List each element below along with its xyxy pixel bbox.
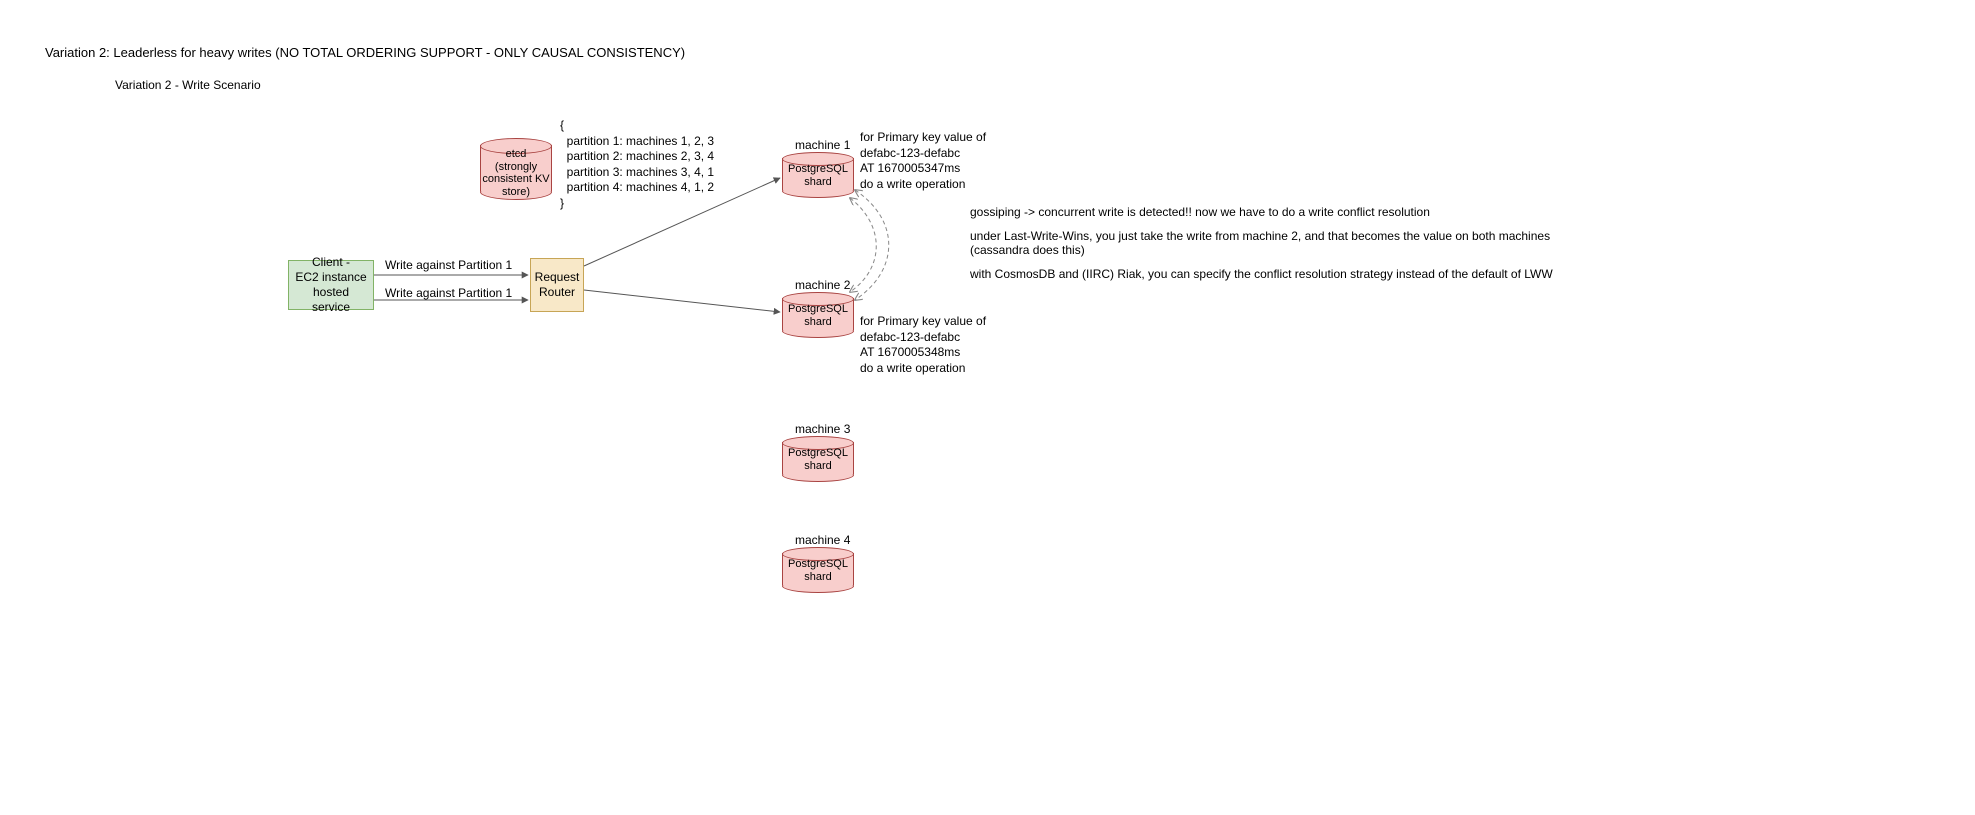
notes-block: gossiping -> concurrent write is detecte…: [970, 205, 1570, 291]
machine-1-shard-label: PostgreSQL shard: [782, 163, 854, 188]
machine-3-cylinder: PostgreSQL shard: [782, 436, 854, 480]
machine-1-cylinder: PostgreSQL shard: [782, 152, 854, 196]
notes-line-3: with CosmosDB and (IIRC) Riak, you can s…: [970, 267, 1570, 281]
partition-map-text: { partition 1: machines 1, 2, 3 partitio…: [560, 118, 714, 212]
machine-2-cylinder: PostgreSQL shard: [782, 292, 854, 336]
machine-4-cylinder: PostgreSQL shard: [782, 547, 854, 591]
machine-1-writeop-text: for Primary key value of defabc-123-defa…: [860, 130, 986, 192]
etcd-label: etcd (strongly consistent KV store): [480, 148, 552, 199]
machine-1-label: machine 1: [795, 138, 850, 152]
machine-3-shard-label: PostgreSQL shard: [782, 447, 854, 472]
etcd-cylinder: etcd (strongly consistent KV store): [480, 138, 552, 198]
edge-label-write-1: Write against Partition 1: [385, 258, 512, 272]
machine-2-writeop-text: for Primary key value of defabc-123-defa…: [860, 314, 986, 376]
connections-svg: [0, 0, 1975, 815]
diagram-title: Variation 2: Leaderless for heavy writes…: [45, 45, 685, 60]
machine-4-label: machine 4: [795, 533, 850, 547]
client-node: Client - EC2 instance hosted service: [288, 260, 374, 310]
notes-line-1: gossiping -> concurrent write is detecte…: [970, 205, 1570, 219]
edge-label-write-2: Write against Partition 1: [385, 286, 512, 300]
machine-2-label: machine 2: [795, 278, 850, 292]
request-router-node: Request Router: [530, 258, 584, 312]
diagram-subtitle: Variation 2 - Write Scenario: [115, 78, 261, 92]
notes-line-2: under Last-Write-Wins, you just take the…: [970, 229, 1570, 257]
machine-4-shard-label: PostgreSQL shard: [782, 558, 854, 583]
machine-2-shard-label: PostgreSQL shard: [782, 303, 854, 328]
machine-3-label: machine 3: [795, 422, 850, 436]
